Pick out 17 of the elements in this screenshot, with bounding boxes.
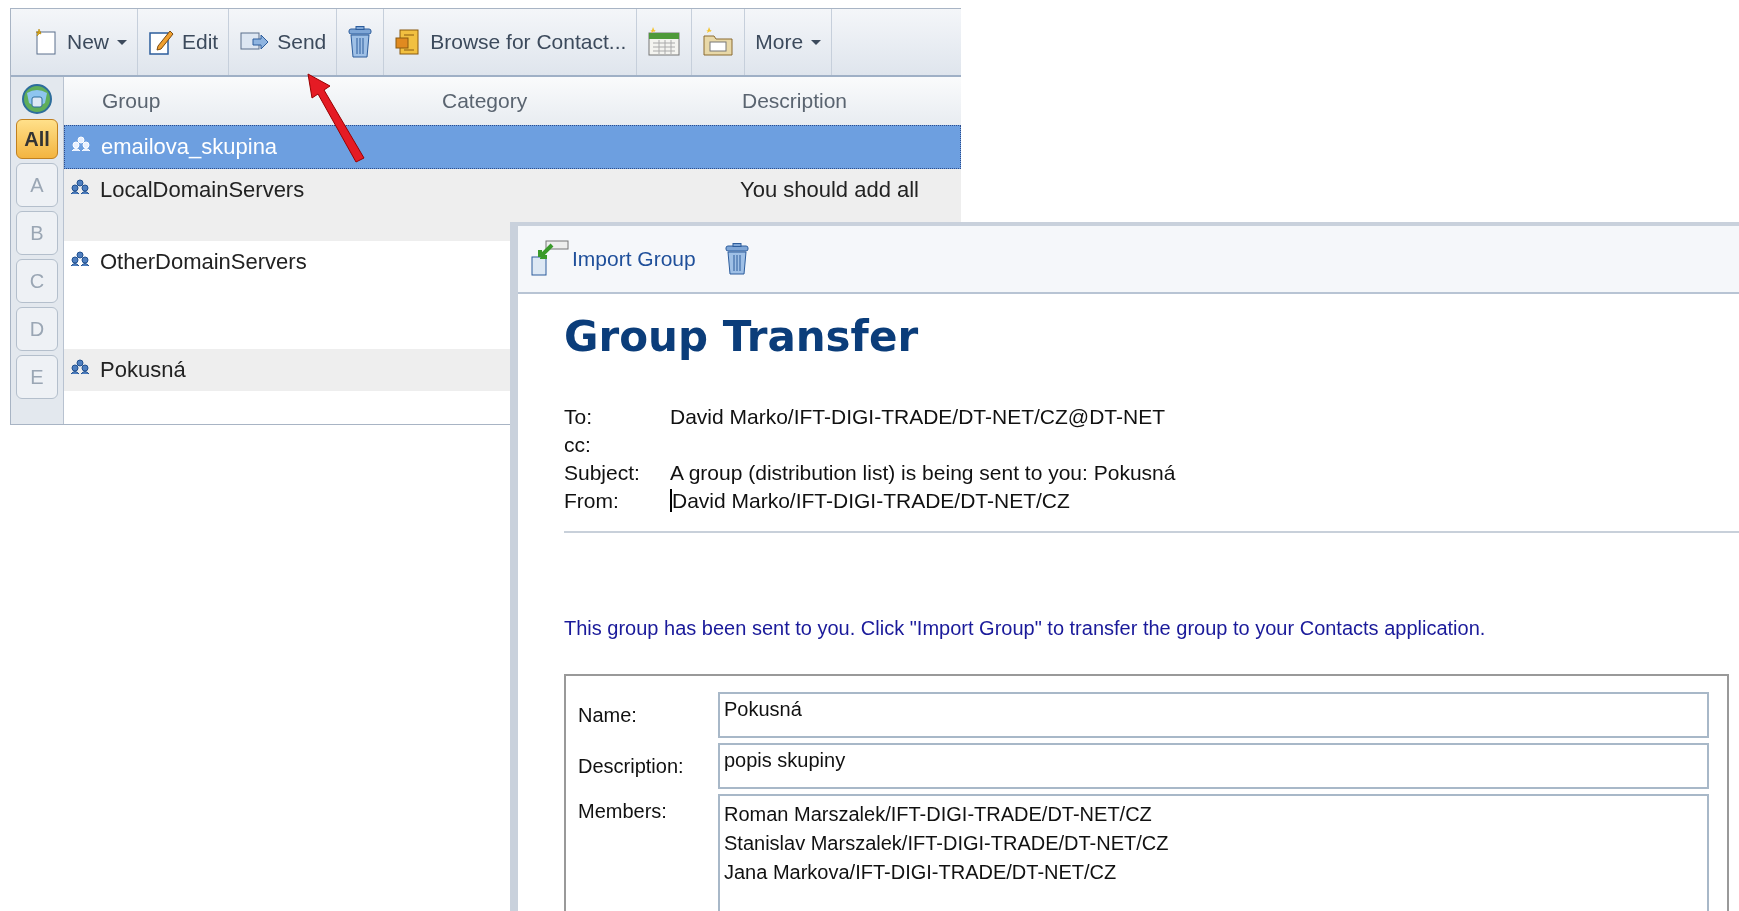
- group-description: You should add all: [740, 177, 920, 203]
- group-name: LocalDomainServers: [100, 177, 306, 203]
- header-value: A group (distribution list) is being sent to you: Pokusná: [670, 461, 1176, 484]
- header-value: David Marko/IFT-DIGI-TRADE/DT-NET/CZ: [670, 489, 1070, 512]
- header-label: From:: [564, 488, 620, 514]
- header-label: Subject:: [564, 460, 641, 486]
- field-label: Members:: [578, 799, 668, 824]
- page-title: Group Transfer: [564, 312, 920, 361]
- field-label: Description:: [578, 754, 685, 779]
- instruction-text: This group has been sent to you. Click "Import Group" to transfer the group to your Contacts application.: [564, 617, 1487, 640]
- group-name: OtherDomainServers: [100, 249, 308, 275]
- group-name: emailova_skupina: [101, 134, 279, 160]
- group-name: Pokusná: [100, 357, 187, 383]
- field-label: Name:: [578, 703, 638, 728]
- header-label: cc:: [564, 432, 592, 458]
- header-label: To:: [564, 404, 593, 430]
- header-value: David Marko/IFT-DIGI-TRADE/DT-NET/CZ@DT-NET: [670, 405, 1165, 428]
